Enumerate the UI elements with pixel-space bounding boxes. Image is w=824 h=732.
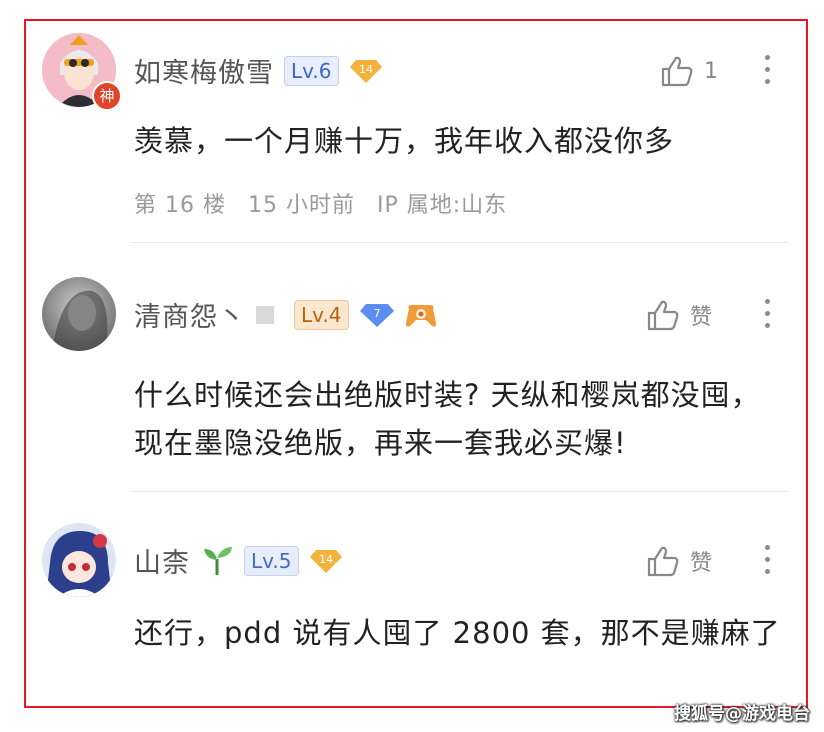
- hidden-square-icon: [256, 305, 274, 324]
- avatar[interactable]: 神: [42, 33, 122, 111]
- timestamp: 15 小时前: [247, 193, 355, 218]
- level-badge: Lv.4: [294, 299, 349, 330]
- avatar[interactable]: [42, 277, 116, 351]
- thumbs-up-icon: [661, 56, 693, 87]
- watermark: 搜狐号@游戏电台: [674, 704, 810, 724]
- more-options-icon[interactable]: [762, 545, 772, 579]
- comment-text: 还行，pdd 说有人囤了 2800 套，那不是赚麻了: [134, 616, 781, 650]
- user-info-row: 如寒梅傲雪 Lv.6 14: [134, 51, 383, 90]
- like-button[interactable]: 赞: [646, 545, 712, 577]
- more-options-icon[interactable]: [762, 55, 772, 89]
- comment-meta: 第 16 楼 15 小时前 IP 属地:山东: [134, 187, 507, 219]
- avatar-tag-text: 神: [99, 87, 115, 105]
- comment-item: 山柰 Lv.5 14 赞 还行，pdd 说有人囤了 2800 套，那不是赚麻了: [26, 511, 806, 706]
- avatar-image: [42, 277, 116, 351]
- floor-number: 第 16 楼: [134, 193, 226, 218]
- svg-text:14: 14: [359, 63, 373, 76]
- user-info-row: 清商怨丶 Lv.4 7: [134, 295, 437, 334]
- svg-text:7: 7: [373, 307, 380, 320]
- level-badge: Lv.5: [244, 545, 299, 576]
- diamond-badge-icon: 7: [359, 303, 394, 327]
- thumbs-up-icon: [647, 546, 679, 577]
- username[interactable]: 如寒梅傲雪: [134, 51, 274, 90]
- user-info-row: 山柰 Lv.5 14: [134, 541, 343, 580]
- comment-text: 羡慕，一个月赚十万，我年收入都没你多: [134, 124, 675, 158]
- comment-item: 神 如寒梅傲雪 Lv.6 14 1 羡慕，一个月赚十万，我年收入都没你多 第 1…: [26, 21, 806, 243]
- comment-text: 什么时候还会出绝版时装? 天纵和樱岚都没囤，现在墨隐没绝版，再来一套我必买爆!: [134, 378, 761, 460]
- more-options-icon[interactable]: [762, 299, 772, 333]
- ip-location: IP 属地:山东: [376, 193, 508, 218]
- username[interactable]: 清商怨丶: [134, 295, 246, 334]
- diamond-badge-icon: 14: [349, 59, 382, 83]
- sprout-icon: [204, 546, 232, 575]
- username[interactable]: 山柰: [134, 541, 190, 580]
- avatar-image: [42, 523, 116, 597]
- avatar[interactable]: [42, 523, 116, 597]
- level-badge: Lv.6: [284, 55, 339, 86]
- comment-item: 清商怨丶 Lv.4 7 赞 什么时候还会出绝版时装? 天纵和樱岚都没囤，现在墨隐…: [26, 265, 806, 492]
- divider: [130, 242, 788, 243]
- comment-list: 神 如寒梅傲雪 Lv.6 14 1 羡慕，一个月赚十万，我年收入都没你多 第 1…: [24, 19, 808, 708]
- like-label: 赞: [690, 551, 713, 576]
- gamepad-icon: [405, 304, 436, 327]
- like-button[interactable]: 赞: [646, 299, 712, 331]
- like-label: 赞: [690, 305, 713, 330]
- svg-text:14: 14: [319, 553, 333, 566]
- god-badge: 神: [92, 81, 122, 111]
- like-count: 1: [704, 58, 718, 84]
- diamond-badge-icon: 14: [309, 549, 342, 573]
- divider: [130, 491, 788, 492]
- thumbs-up-icon: [647, 300, 679, 331]
- like-button[interactable]: 1: [660, 55, 718, 87]
